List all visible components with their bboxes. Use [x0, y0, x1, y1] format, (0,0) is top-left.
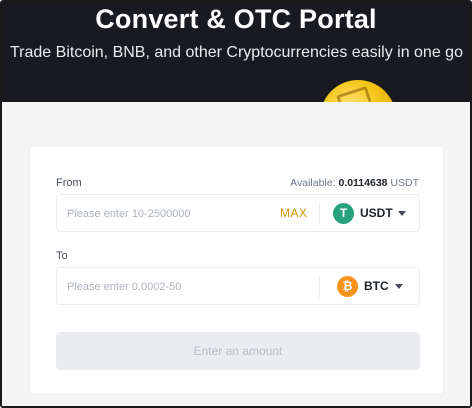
convert-card: From Available: 0.0114638 USDT MAX T USD… — [29, 145, 444, 395]
from-amount-input[interactable] — [67, 205, 267, 223]
to-label: To — [56, 250, 68, 262]
chevron-down-icon — [398, 211, 406, 216]
available-balance: Available: 0.0114638 USDT — [290, 177, 419, 189]
field-divider — [319, 203, 320, 225]
hero-banner: Convert & OTC Portal Trade Bitcoin, BNB,… — [2, 2, 470, 102]
available-label: Available: — [290, 177, 339, 189]
enter-amount-button[interactable]: Enter an amount — [56, 332, 420, 370]
from-field: MAX T USDT — [56, 194, 420, 232]
to-field: ₿ BTC — [56, 267, 420, 305]
page-subtitle: Trade Bitcoin, BNB, and other Cryptocurr… — [10, 44, 463, 61]
bitcoin-icon: ₿ — [337, 276, 358, 297]
chevron-down-icon — [395, 284, 403, 289]
from-coin-select[interactable]: T USDT — [333, 202, 415, 226]
bnb-coin-illustration — [310, 70, 406, 102]
from-coin-name: USDT — [360, 206, 393, 220]
page-title: Convert & OTC Portal — [95, 4, 377, 34]
to-amount-input[interactable] — [67, 278, 267, 296]
app-frame: Convert & OTC Portal Trade Bitcoin, BNB,… — [0, 0, 472, 408]
max-button[interactable]: MAX — [280, 206, 308, 220]
tether-icon: T — [333, 203, 354, 224]
to-coin-name: BTC — [364, 279, 389, 293]
to-coin-select[interactable]: ₿ BTC — [337, 275, 419, 299]
from-label: From — [56, 177, 82, 189]
available-amount: 0.0114638 — [338, 177, 388, 189]
available-unit: USDT — [387, 177, 419, 189]
field-divider — [319, 276, 320, 298]
